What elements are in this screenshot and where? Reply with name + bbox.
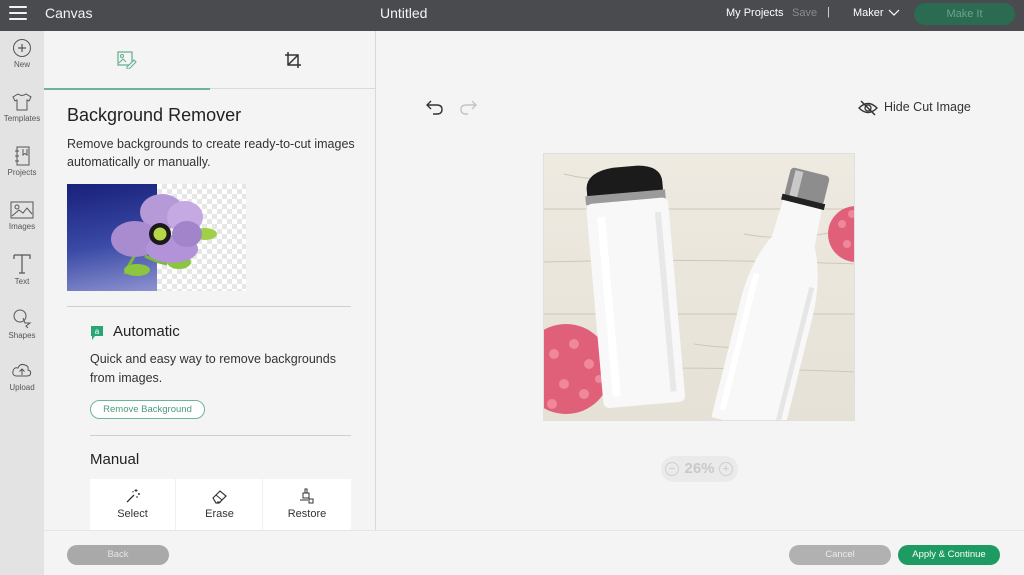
magic-wand-icon — [126, 489, 140, 503]
tab-crop[interactable] — [210, 31, 376, 89]
tshirt-icon — [12, 93, 32, 111]
make-it-button[interactable]: Make It — [914, 3, 1015, 25]
manual-tools: Select Erase Restore — [90, 479, 351, 530]
chevron-down-icon — [888, 9, 900, 16]
background-remover-panel: Background Remover Remove backgrounds to… — [44, 31, 376, 530]
hamburger-menu-icon[interactable] — [9, 6, 27, 20]
panel-tabs — [44, 31, 376, 90]
rail-item-label: Templates — [3, 114, 41, 123]
section-divider — [67, 306, 351, 307]
undo-icon[interactable] — [426, 99, 444, 115]
svg-text:a: a — [95, 327, 100, 336]
rail-item-new[interactable]: New — [0, 38, 44, 88]
zoom-in-button[interactable]: + — [719, 462, 733, 476]
shapes-icon — [13, 309, 32, 329]
cloud-upload-icon — [12, 363, 32, 377]
left-rail: New Templates Projects Images Text Shape… — [0, 31, 44, 575]
rail-item-label: Shapes — [8, 331, 36, 340]
automatic-section-title: a Automatic — [90, 323, 180, 340]
select-tool-button[interactable]: Select — [90, 479, 176, 530]
text-icon — [13, 254, 31, 274]
rail-item-templates[interactable]: Templates — [0, 92, 44, 142]
section-divider — [90, 435, 351, 436]
separator: | — [827, 6, 830, 18]
automatic-description: Quick and easy way to remove backgrounds… — [90, 352, 336, 385]
rail-item-projects[interactable]: Projects — [0, 146, 44, 196]
erase-tool-button[interactable]: Erase — [177, 479, 263, 530]
rail-item-upload[interactable]: Upload — [0, 361, 44, 411]
restore-tool-button[interactable]: Restore — [264, 479, 350, 530]
rail-item-label: Text — [14, 277, 30, 286]
document-title[interactable]: Untitled — [380, 5, 427, 21]
crop-icon — [285, 52, 301, 68]
zoom-level: 26% — [684, 460, 715, 477]
zoom-out-button[interactable]: − — [665, 462, 679, 476]
tab-background-remover[interactable] — [44, 31, 210, 90]
panel-title: Background Remover — [67, 105, 242, 125]
eye-slash-icon — [858, 100, 878, 116]
uploaded-image[interactable] — [543, 153, 855, 421]
image-edit-icon — [117, 51, 137, 69]
rail-item-label: Projects — [7, 168, 37, 177]
background-remover-preview-image — [67, 184, 246, 291]
redo-icon[interactable] — [459, 99, 477, 115]
panel-description: Remove backgrounds to create ready-to-cu… — [67, 137, 355, 169]
apply-continue-button[interactable]: Apply & Continue — [898, 545, 1000, 565]
rail-item-shapes[interactable]: Shapes — [0, 307, 44, 357]
image-icon — [10, 201, 34, 219]
save-button[interactable]: Save — [792, 7, 817, 19]
app-title: Canvas — [45, 5, 93, 21]
plus-circle-icon — [13, 39, 31, 57]
back-button[interactable]: Back — [67, 545, 169, 565]
cancel-button[interactable]: Cancel — [789, 545, 891, 565]
rail-item-label: New — [13, 60, 30, 69]
hide-cut-image-toggle[interactable]: Hide Cut Image — [858, 100, 971, 116]
rail-item-label: Upload — [9, 383, 35, 392]
bottom-bar: Back Cancel Apply & Continue — [44, 530, 1024, 575]
rail-item-images[interactable]: Images — [0, 200, 44, 250]
rail-item-text[interactable]: Text — [0, 253, 44, 303]
machine-selector[interactable]: Maker — [853, 7, 900, 19]
canvas-area: Hide Cut Image − 26% + — [376, 31, 1024, 530]
notebook-icon — [15, 146, 30, 166]
top-bar: Canvas Untitled My Projects Save | Maker… — [0, 0, 1024, 31]
automatic-badge-icon: a — [91, 326, 103, 340]
brush-restore-icon — [300, 488, 314, 504]
zoom-control: − 26% + — [661, 456, 738, 482]
my-projects-link[interactable]: My Projects — [726, 7, 783, 19]
manual-section-title: Manual — [90, 451, 140, 468]
rail-item-label: Images — [8, 222, 36, 231]
remove-background-button[interactable]: Remove Background — [90, 400, 205, 419]
eraser-icon — [211, 490, 227, 504]
machine-label: Maker — [853, 7, 884, 19]
